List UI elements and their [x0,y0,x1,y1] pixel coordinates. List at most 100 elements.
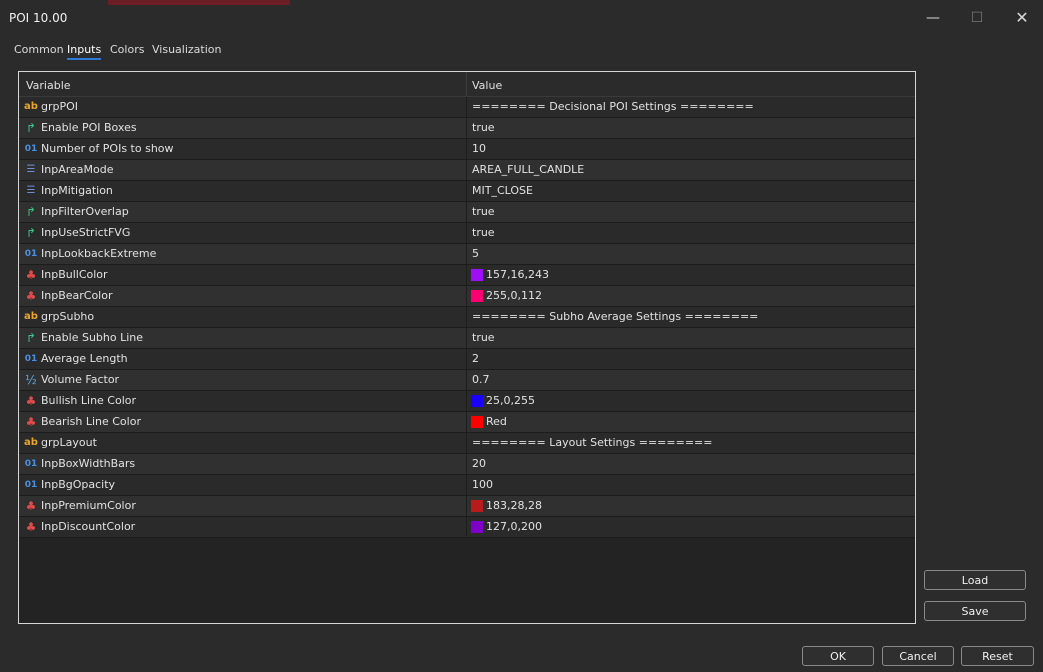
variable-cell[interactable]: ↱ InpUseStrictFVG [19,223,467,243]
minimize-icon[interactable]: — [922,8,944,28]
table-row[interactable]: ☰ InpMitigation MIT_CLOSE [19,181,915,202]
variable-cell[interactable]: ab grpLayout [19,433,467,453]
variable-name: Enable Subho Line [41,331,144,344]
variable-cell[interactable]: ♣ InpBullColor [19,265,467,285]
color-swatch [471,290,483,302]
tab-bar: Common Inputs Colors Visualization [0,40,400,62]
inputs-table: Variable Value ab grpPOI ======== Decision… [18,71,916,624]
variable-name: Bearish Line Color [41,415,141,428]
table-row[interactable]: ↱ InpFilterOverlap true [19,202,915,223]
table-row[interactable]: ½ Volume Factor 0.7 [19,370,915,391]
value-cell[interactable]: 5 [467,244,915,264]
value-cell[interactable]: ======== Decisional POI Settings =======… [467,97,915,117]
value-cell[interactable]: true [467,328,915,348]
maximize-icon[interactable]: ☐ [966,8,988,28]
table-row[interactable]: ab grpSubho ======== Subho Average Setting… [19,307,915,328]
variable-cell[interactable]: ↱ Enable Subho Line [19,328,467,348]
table-row[interactable]: ab grpPOI ======== Decisional POI Settings… [19,97,915,118]
tab-inputs[interactable]: Inputs [67,43,102,60]
variable-cell[interactable]: 01 InpBgOpacity [19,475,467,495]
table-row[interactable]: ↱ Enable POI Boxes true [19,118,915,139]
variable-cell[interactable]: ♣ InpDiscountColor [19,517,467,537]
table-row[interactable]: ↱ InpUseStrictFVG true [19,223,915,244]
table-row[interactable]: 01 Average Length 2 [19,349,915,370]
value-cell[interactable]: 20 [467,454,915,474]
variable-cell[interactable]: ♣ Bearish Line Color [19,412,467,432]
value-cell[interactable]: true [467,223,915,243]
variable-cell[interactable]: ab grpPOI [19,97,467,117]
value-cell[interactable]: Red [467,412,915,432]
table-row[interactable]: 01 InpLookbackExtreme 5 [19,244,915,265]
variable-cell[interactable]: 01 InpLookbackExtreme [19,244,467,264]
variable-cell[interactable]: ♣ InpPremiumColor [19,496,467,516]
value-text: AREA_FULL_CANDLE [472,163,585,176]
variable-cell[interactable]: ↱ InpFilterOverlap [19,202,467,222]
table-row[interactable]: ♣ InpDiscountColor 127,0,200 [19,517,915,538]
value-cell[interactable]: 157,16,243 [467,265,915,285]
tab-common[interactable]: Common [14,43,64,56]
color-icon: ♣ [25,415,37,429]
value-text: true [472,226,495,239]
title-bar: POI 10.00 — ☐ ✕ [0,0,1043,36]
variable-cell[interactable]: 01 Average Length [19,349,467,369]
ok-button[interactable]: OK [802,646,874,666]
cancel-button[interactable]: Cancel [882,646,954,666]
variable-cell[interactable]: ♣ InpBearColor [19,286,467,306]
table-row[interactable]: 01 InpBgOpacity 100 [19,475,915,496]
table-row[interactable]: ab grpLayout ======== Layout Settings ====… [19,433,915,454]
column-divider[interactable] [466,72,467,96]
value-cell[interactable]: 255,0,112 [467,286,915,306]
value-cell[interactable]: 0.7 [467,370,915,390]
value-cell[interactable]: true [467,202,915,222]
variable-name: Number of POIs to show [41,142,174,155]
variable-cell[interactable]: 01 InpBoxWidthBars [19,454,467,474]
value-cell[interactable]: 2 [467,349,915,369]
close-icon[interactable]: ✕ [1011,8,1033,28]
value-cell[interactable]: true [467,118,915,138]
table-row[interactable]: 01 Number of POIs to show 10 [19,139,915,160]
save-button[interactable]: Save [924,601,1026,621]
column-header-value[interactable]: Value [472,79,502,92]
value-cell[interactable]: AREA_FULL_CANDLE [467,160,915,180]
variable-cell[interactable]: ☰ InpAreaMode [19,160,467,180]
table-row[interactable]: 01 InpBoxWidthBars 20 [19,454,915,475]
value-cell[interactable]: 10 [467,139,915,159]
window-title: POI 10.00 [9,11,68,25]
value-cell[interactable]: 100 [467,475,915,495]
table-row[interactable]: ♣ InpBullColor 157,16,243 [19,265,915,286]
value-text: true [472,121,495,134]
int-icon: 01 [24,459,38,469]
variable-name: InpBullColor [41,268,108,281]
value-text: 255,0,112 [486,289,542,302]
variable-name: grpPOI [41,100,79,113]
value-cell[interactable]: 25,0,255 [467,391,915,411]
table-body: ab grpPOI ======== Decisional POI Settings… [19,97,915,538]
value-cell[interactable]: MIT_CLOSE [467,181,915,201]
table-row[interactable]: ☰ InpAreaMode AREA_FULL_CANDLE [19,160,915,181]
value-text: MIT_CLOSE [472,184,533,197]
table-row[interactable]: ♣ Bearish Line Color Red [19,412,915,433]
table-row[interactable]: ♣ InpPremiumColor 183,28,28 [19,496,915,517]
value-text: ======== Decisional POI Settings =======… [472,100,754,113]
value-cell[interactable]: ======== Subho Average Settings ======== [467,307,915,327]
load-button[interactable]: Load [924,570,1026,590]
value-cell[interactable]: 127,0,200 [467,517,915,537]
variable-cell[interactable]: ♣ Bullish Line Color [19,391,467,411]
variable-cell[interactable]: ab grpSubho [19,307,467,327]
variable-cell[interactable]: ☰ InpMitigation [19,181,467,201]
table-row[interactable]: ♣ InpBearColor 255,0,112 [19,286,915,307]
column-header-variable[interactable]: Variable [26,79,71,92]
variable-cell[interactable]: ↱ Enable POI Boxes [19,118,467,138]
color-swatch [471,269,483,281]
value-cell[interactable]: 183,28,28 [467,496,915,516]
reset-button[interactable]: Reset [961,646,1034,666]
table-row[interactable]: ♣ Bullish Line Color 25,0,255 [19,391,915,412]
value-cell[interactable]: ======== Layout Settings ======== [467,433,915,453]
variable-cell[interactable]: 01 Number of POIs to show [19,139,467,159]
color-icon: ♣ [25,289,37,303]
tab-colors[interactable]: Colors [110,43,144,56]
variable-cell[interactable]: ½ Volume Factor [19,370,467,390]
color-swatch [471,416,483,428]
table-row[interactable]: ↱ Enable Subho Line true [19,328,915,349]
tab-visualization[interactable]: Visualization [152,43,221,56]
